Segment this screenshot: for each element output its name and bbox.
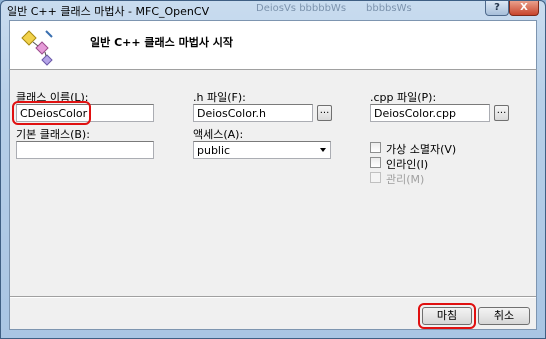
access-select-value: public bbox=[197, 144, 231, 157]
cpp-file-browse-button[interactable]: ... bbox=[494, 105, 509, 121]
background-window-text: DeiosVs bbbbbWs bbox=[256, 3, 347, 14]
access-label: 액세스(A): bbox=[193, 128, 244, 141]
cpp-file-input[interactable]: DeiosColor.cpp bbox=[370, 104, 490, 122]
cpp-file-label: .cpp 파일(P): bbox=[370, 91, 437, 104]
dialog-window: 일반 C++ 클래스 마법사 - MFC_OpenCV DeiosVs bbbb… bbox=[0, 0, 546, 339]
class-name-highlight bbox=[12, 101, 91, 125]
help-button[interactable]: ? bbox=[485, 1, 509, 16]
inline-label: 인라인(I) bbox=[386, 158, 429, 171]
access-select[interactable]: public bbox=[193, 141, 331, 159]
finish-button-highlight bbox=[418, 303, 476, 329]
wizard-title: 일반 C++ 클래스 마법사 시작 bbox=[90, 36, 234, 49]
wizard-header: 일반 C++ 클래스 마법사 시작 bbox=[9, 20, 537, 70]
separator bbox=[10, 296, 536, 298]
base-class-input[interactable] bbox=[16, 141, 154, 159]
checkbox-box bbox=[370, 172, 381, 183]
class-wizard-icon bbox=[16, 26, 60, 66]
managed-label: 관리(M) bbox=[386, 173, 425, 186]
virtual-destructor-label: 가상 소멸자(V) bbox=[386, 143, 457, 156]
window-title: 일반 C++ 클래스 마법사 - MFC_OpenCV bbox=[7, 5, 210, 18]
h-file-browse-button[interactable]: ... bbox=[317, 105, 332, 121]
checkbox-box[interactable] bbox=[370, 142, 381, 153]
checkbox-box[interactable] bbox=[370, 157, 381, 168]
h-file-input[interactable]: DeiosColor.h bbox=[193, 104, 313, 122]
background-window-text-2: bbbbsWs bbox=[366, 3, 412, 14]
base-class-label: 기본 클래스(B): bbox=[16, 128, 90, 141]
chevron-down-icon bbox=[320, 148, 326, 152]
cancel-button[interactable]: 취소 bbox=[478, 307, 530, 325]
close-button[interactable]: X bbox=[509, 1, 539, 16]
title-bar[interactable]: 일반 C++ 클래스 마법사 - MFC_OpenCV DeiosVs bbbb… bbox=[1, 1, 545, 19]
h-file-label: .h 파일(F): bbox=[193, 91, 246, 104]
form-panel: 클래스 이름(L): CDeiosColor 기본 클래스(B): .h 파일(… bbox=[9, 70, 537, 330]
